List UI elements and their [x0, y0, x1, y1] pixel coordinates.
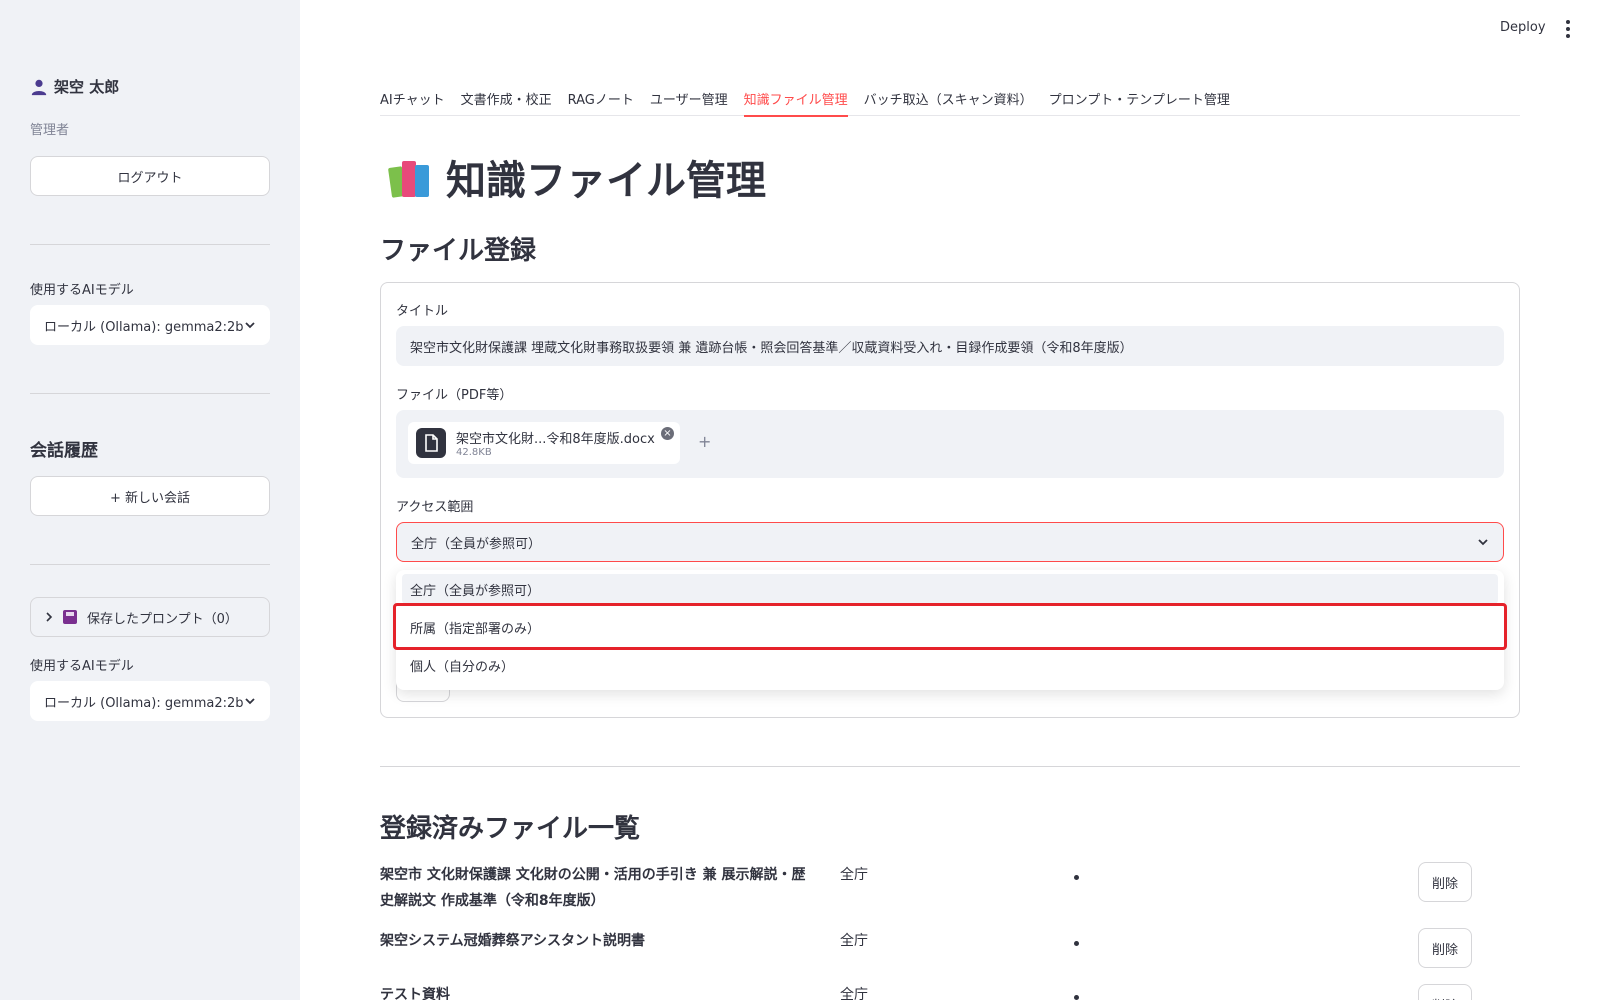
deploy-button[interactable]: Deploy: [1500, 20, 1546, 35]
page-title-text: 知識ファイル管理: [446, 158, 766, 204]
file-label: ファイル（PDF等）: [396, 388, 513, 403]
file-scope: 全庁: [840, 987, 868, 1000]
file-scope: 全庁: [840, 933, 868, 949]
user-icon: [31, 79, 47, 95]
access-select[interactable]: 全庁（全員が参照可）: [396, 522, 1504, 562]
model-select-value-2: ローカル (Ollama): gemma2:2b: [44, 695, 244, 711]
model-select-value: ローカル (Ollama): gemma2:2b: [44, 319, 244, 335]
new-chat-button[interactable]: + 新しい会話: [30, 476, 270, 516]
delete-button[interactable]: 削除: [1418, 928, 1472, 968]
model-label: 使用するAIモデル: [30, 283, 134, 298]
main-divider: [380, 766, 1520, 767]
sidebar-divider: [30, 244, 270, 245]
user-name: 架空 太郎: [54, 78, 120, 96]
bullet: [1074, 875, 1079, 880]
title-input[interactable]: 架空市文化財保護課 埋蔵文化財事務取扱要領 兼 遺跡台帳・照会回答基準／収蔵資料…: [396, 326, 1504, 366]
list-heading: 登録済みファイル一覧: [380, 814, 641, 844]
tab-bar: AIチャット 文書作成・校正 RAGノート ユーザー管理 知識ファイル管理 バッチ取込（ス…: [380, 80, 1520, 117]
tab-5[interactable]: バッチ取込（スキャン資料）: [864, 80, 1033, 116]
tab-0[interactable]: AIチャット: [380, 80, 445, 116]
access-option[interactable]: 個人（自分のみ）: [402, 646, 1498, 684]
delete-button[interactable]: 削除: [1418, 862, 1472, 902]
model-select[interactable]: ローカル (Ollama): gemma2:2b: [30, 305, 270, 345]
history-heading: 会話履歴: [30, 441, 98, 461]
page-title: 知識ファイル管理: [387, 148, 766, 206]
sidebar-divider: [30, 393, 270, 394]
add-file-icon[interactable]: +: [698, 432, 711, 451]
file-size: 42.8KB: [456, 447, 492, 458]
chevron-down-icon: [1478, 539, 1488, 546]
highlight-box: [393, 603, 1507, 650]
main-menu-icon[interactable]: [1565, 20, 1571, 38]
floppy-disk-icon: [63, 610, 77, 624]
tab-2[interactable]: RAGノート: [568, 80, 634, 116]
saved-prompts-expander[interactable]: 保存したプロンプト（0）: [30, 597, 270, 637]
remove-file-icon[interactable]: ×: [661, 427, 674, 440]
tab-4[interactable]: 知識ファイル管理: [743, 80, 848, 117]
bullet: [1074, 941, 1079, 946]
title-label: タイトル: [396, 304, 449, 319]
uploaded-file-chip: 架空市文化財...令和8年度版.docx 42.8KB ×: [408, 422, 680, 464]
books-icon: [387, 157, 432, 198]
logout-button[interactable]: ログアウト: [30, 156, 270, 196]
model-select-2[interactable]: ローカル (Ollama): gemma2:2b: [30, 681, 270, 721]
user-role: 管理者: [30, 123, 70, 138]
tab-1[interactable]: 文書作成・校正: [461, 80, 552, 116]
bullet: [1074, 995, 1079, 1000]
file-uploader[interactable]: 架空市文化財...令和8年度版.docx 42.8KB × +: [396, 410, 1504, 478]
file-title: 架空市 文化財保護課 文化財の公開・活用の手引き 兼 展示解説・歴史解説文 作成…: [380, 867, 806, 909]
model-label-2: 使用するAIモデル: [30, 659, 134, 674]
access-label: アクセス範囲: [396, 500, 474, 515]
user-info: 架空 太郎: [30, 76, 119, 97]
chevron-down-icon: [245, 322, 255, 329]
file-title: テスト資料: [380, 987, 450, 1000]
saved-prompts-label: 保存したプロンプト（0）: [87, 611, 238, 627]
chevron-down-icon: [245, 698, 255, 705]
access-option[interactable]: 全庁（全員が参照可）: [402, 574, 1498, 604]
delete-button[interactable]: 削除: [1418, 984, 1472, 1000]
file-scope: 全庁: [840, 867, 868, 883]
tab-3[interactable]: ユーザー管理: [650, 80, 728, 116]
chevron-right-icon: [46, 612, 53, 622]
tab-6[interactable]: プロンプト・テンプレート管理: [1049, 80, 1230, 116]
access-select-value: 全庁（全員が参照可）: [411, 536, 542, 552]
sidebar: 架空 太郎 管理者 ログアウト 使用するAIモデル ローカル (Ollama):…: [0, 0, 300, 1000]
file-icon: [416, 428, 446, 458]
file-title: 架空システム冠婚葬祭アシスタント説明書: [380, 933, 646, 949]
sidebar-divider: [30, 564, 270, 565]
register-heading: ファイル登録: [380, 236, 537, 266]
file-name: 架空市文化財...令和8年度版.docx: [456, 432, 655, 447]
